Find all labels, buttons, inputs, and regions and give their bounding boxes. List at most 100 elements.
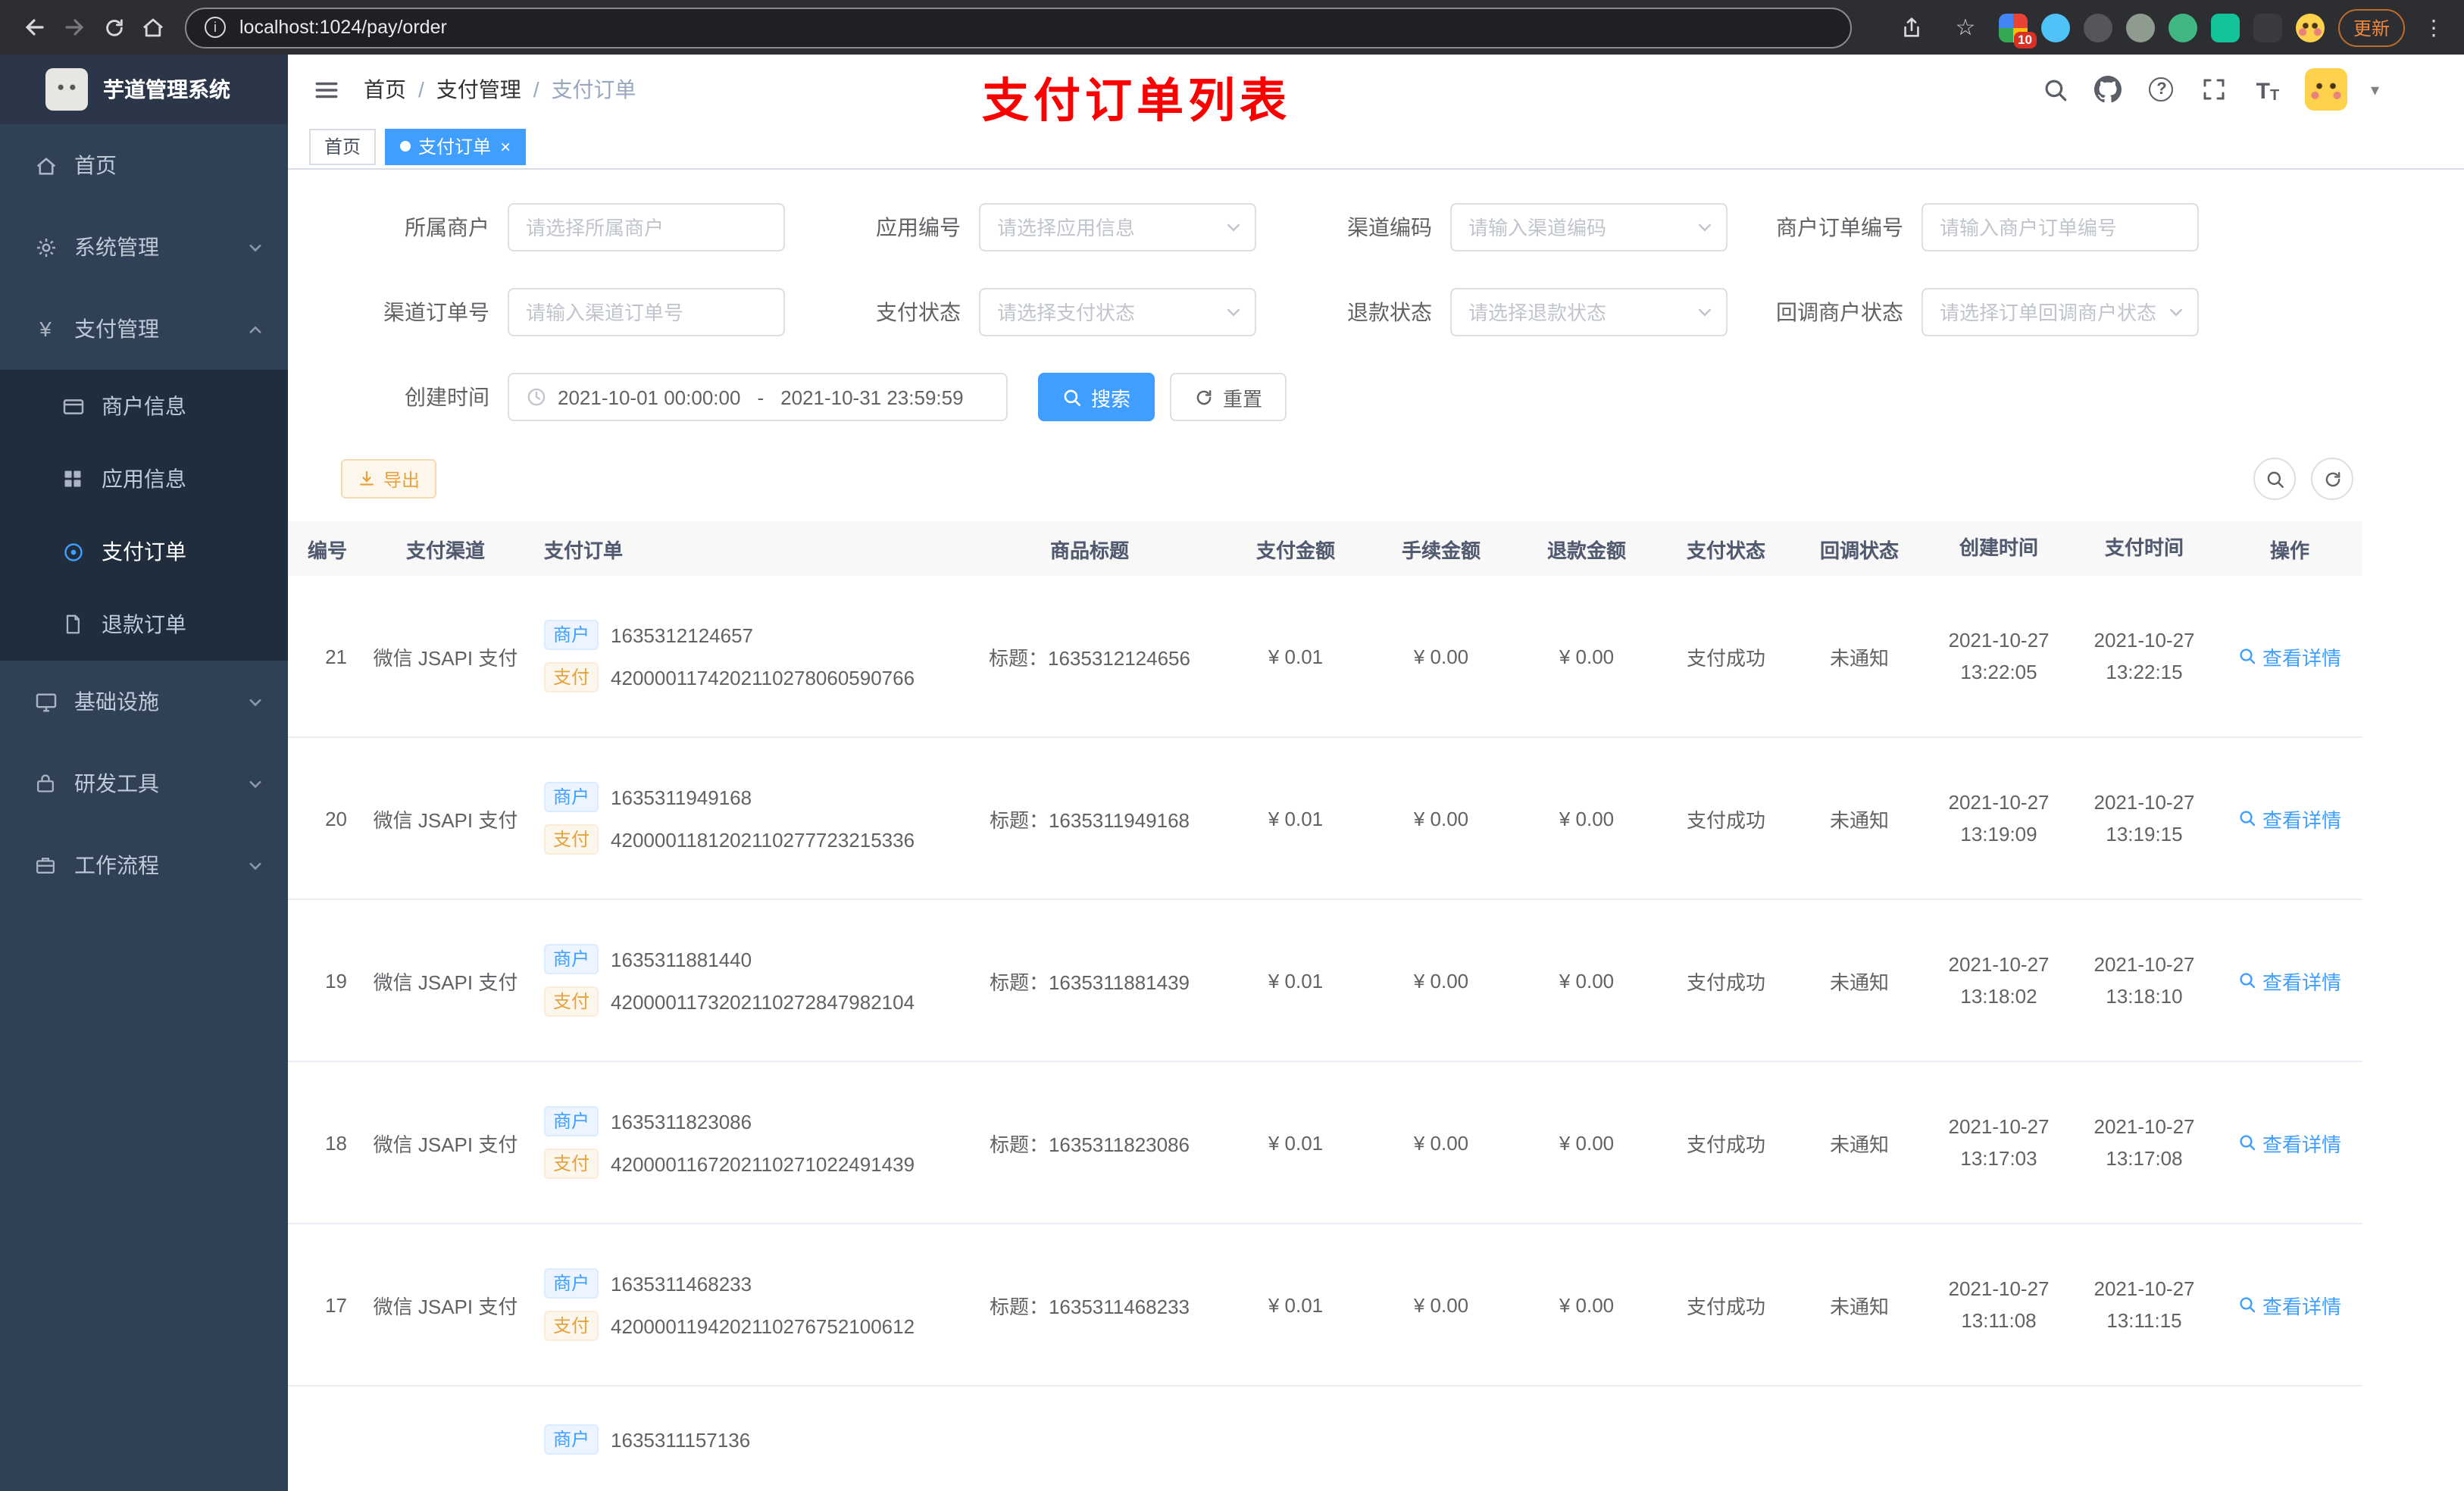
reset-button-label: 重置 <box>1223 387 1263 410</box>
date-start-value: 2021-10-01 00:00:00 <box>558 386 741 408</box>
sidebar-item-home[interactable]: 首页 <box>0 124 288 206</box>
search-button[interactable]: 搜索 <box>1038 373 1155 421</box>
view-detail-link[interactable]: 查看详情 <box>2238 804 2341 833</box>
refresh-table-button[interactable] <box>2311 458 2353 500</box>
col-header-pay-amount: 支付金额 <box>1255 539 1335 561</box>
refund-status-input[interactable] <box>1468 301 1696 324</box>
notify-status-select[interactable] <box>1921 288 2199 336</box>
home-icon <box>33 153 58 177</box>
cell-pay-amount: ¥ 0.01 <box>1268 807 1324 830</box>
hamburger-icon[interactable] <box>309 73 342 106</box>
view-detail-link[interactable]: 查看详情 <box>2238 966 2341 995</box>
sidebar-item-app-info[interactable]: 应用信息 <box>0 442 288 515</box>
app-select[interactable] <box>979 203 1256 252</box>
tab-close-icon[interactable]: × <box>500 137 511 155</box>
gear-icon <box>33 235 58 259</box>
github-icon[interactable] <box>2093 74 2124 105</box>
extension-icon-drop[interactable] <box>2040 13 2070 42</box>
merchant-order-no-input[interactable] <box>1940 216 2185 239</box>
merchant-tag: 商户 <box>544 1268 599 1299</box>
cell-create-time: 2021-10-27 13:22:05 <box>1948 628 2050 683</box>
breadcrumb-home[interactable]: 首页 <box>364 74 406 105</box>
merchant-select[interactable] <box>508 203 785 252</box>
extension-icon-green-square[interactable] <box>2210 13 2240 42</box>
channel-code-select[interactable] <box>1450 203 1728 252</box>
bookmark-star-icon[interactable]: ☆ <box>1946 8 1985 47</box>
sidebar-item-dev-tools[interactable]: 研发工具 <box>0 742 288 824</box>
cell-refund-amount: ¥ 0.00 <box>1559 969 1615 992</box>
back-button[interactable] <box>15 8 55 47</box>
url-bar[interactable]: i localhost:1024/pay/order <box>185 7 1852 48</box>
create-time-range-picker[interactable]: 2021-10-01 00:00:00 - 2021-10-31 23:59:5… <box>508 373 1008 421</box>
extension-icon-puzzle[interactable] <box>2253 13 2282 42</box>
sidebar-item-merchant-info[interactable]: 商户信息 <box>0 370 288 442</box>
merchant-tag: 商户 <box>544 1106 599 1136</box>
sidebar-item-workflow[interactable]: 工作流程 <box>0 824 288 906</box>
cell-order: 商户 1635311949168 支付 42000011812021102777… <box>535 770 956 867</box>
view-detail-link[interactable]: 查看详情 <box>2238 642 2341 670</box>
sidebar-item-refund-order[interactable]: 退款订单 <box>0 588 288 661</box>
sidebar-item-pay[interactable]: ¥ 支付管理 <box>0 288 288 370</box>
cell-create-time: 2021-10-27 13:11:08 <box>1948 1277 2050 1332</box>
extension-icon-green-circle[interactable] <box>2168 13 2197 42</box>
cell-pay-status: 支付成功 <box>1686 646 1765 669</box>
forward-button[interactable] <box>55 8 94 47</box>
share-icon[interactable] <box>1893 8 1932 47</box>
extension-icon-gray[interactable] <box>2125 13 2155 42</box>
merchant-order-no: 1635311823086 <box>611 1110 752 1133</box>
sidebar-item-label: 商户信息 <box>102 394 186 418</box>
cell-pay-time: 2021-10-27 13:11:15 <box>2093 1277 2195 1332</box>
cell-create-time: 2021-10-27 13:17:03 <box>1948 1114 2050 1170</box>
merchant-order-no-field[interactable] <box>1921 203 2199 252</box>
orders-table: 编号 支付渠道 支付订单 商品标题 支付金额 手续金额 退款金额 支付状态 回调… <box>288 521 2362 1491</box>
table-toolbar: 导出 <box>288 458 2464 500</box>
fullscreen-icon[interactable] <box>2200 74 2230 105</box>
col-header-refund-amount: 退款金额 <box>1546 539 1626 561</box>
pay-status-input[interactable] <box>997 301 1224 324</box>
sidebar-item-infra[interactable]: 基础设施 <box>0 661 288 742</box>
pay-status-select[interactable] <box>979 288 1256 336</box>
page: i localhost:1024/pay/order ☆ 10 更新 ⋮ 芋道管… <box>0 0 2464 1491</box>
view-detail-link[interactable]: 查看详情 <box>2238 1128 2341 1157</box>
home-button[interactable] <box>133 8 173 47</box>
cell-channel: 微信 JSAPI 支付 <box>373 1295 518 1318</box>
breadcrumb-pay[interactable]: 支付管理 <box>436 74 521 105</box>
refund-status-select[interactable] <box>1450 288 1728 336</box>
search-icon[interactable] <box>2040 74 2071 105</box>
tab-pay-order[interactable]: 支付订单 × <box>385 128 527 164</box>
notify-status-input[interactable] <box>1940 301 2167 324</box>
refresh-button[interactable] <box>94 8 133 47</box>
help-icon[interactable]: ? <box>2147 74 2177 105</box>
view-detail-link[interactable]: 查看详情 <box>2238 1290 2341 1319</box>
reset-button[interactable]: 重置 <box>1170 373 1287 421</box>
extension-icon-palette[interactable]: 10 <box>1998 13 2037 48</box>
chevron-down-icon <box>247 775 264 792</box>
channel-order-no-input[interactable] <box>526 301 771 324</box>
font-size-icon[interactable]: TT <box>2253 74 2283 105</box>
caret-down-icon[interactable]: ▾ <box>2371 80 2379 99</box>
profile-avatar-icon[interactable] <box>2295 13 2325 42</box>
browser-chrome: i localhost:1024/pay/order ☆ 10 更新 ⋮ <box>0 0 2464 55</box>
sidebar-item-pay-order[interactable]: 支付订单 <box>0 515 288 588</box>
toggle-search-button[interactable] <box>2253 458 2296 500</box>
tab-home[interactable]: 首页 <box>309 128 377 164</box>
table-header-row: 编号 支付渠道 支付订单 商品标题 支付金额 手续金额 退款金额 支付状态 回调… <box>288 521 2362 576</box>
chevron-down-icon <box>247 857 264 874</box>
app-select-input[interactable] <box>997 216 1224 239</box>
channel-order-no-field[interactable] <box>508 288 785 336</box>
cell-channel: 微信 JSAPI 支付 <box>373 808 518 831</box>
sidebar-item-system[interactable]: 系统管理 <box>0 206 288 288</box>
cell-fee-amount: ¥ 0.00 <box>1413 807 1469 830</box>
cell-title: 标题：1635311468233 <box>989 1295 1190 1318</box>
channel-code-input[interactable] <box>1468 216 1696 239</box>
merchant-select-input[interactable] <box>526 216 771 239</box>
browser-menu-kebab-icon[interactable]: ⋮ <box>2419 14 2449 40</box>
extension-badge: 10 <box>2013 32 2037 48</box>
extension-icon-dark[interactable] <box>2083 13 2112 42</box>
user-avatar[interactable] <box>2305 68 2348 111</box>
cell-pay-time: 2021-10-27 13:22:15 <box>2093 628 2195 683</box>
browser-update-button[interactable]: 更新 <box>2337 8 2405 46</box>
export-button[interactable]: 导出 <box>341 459 437 499</box>
site-info-icon[interactable]: i <box>205 17 226 38</box>
merchant-tag: 商户 <box>544 620 599 650</box>
